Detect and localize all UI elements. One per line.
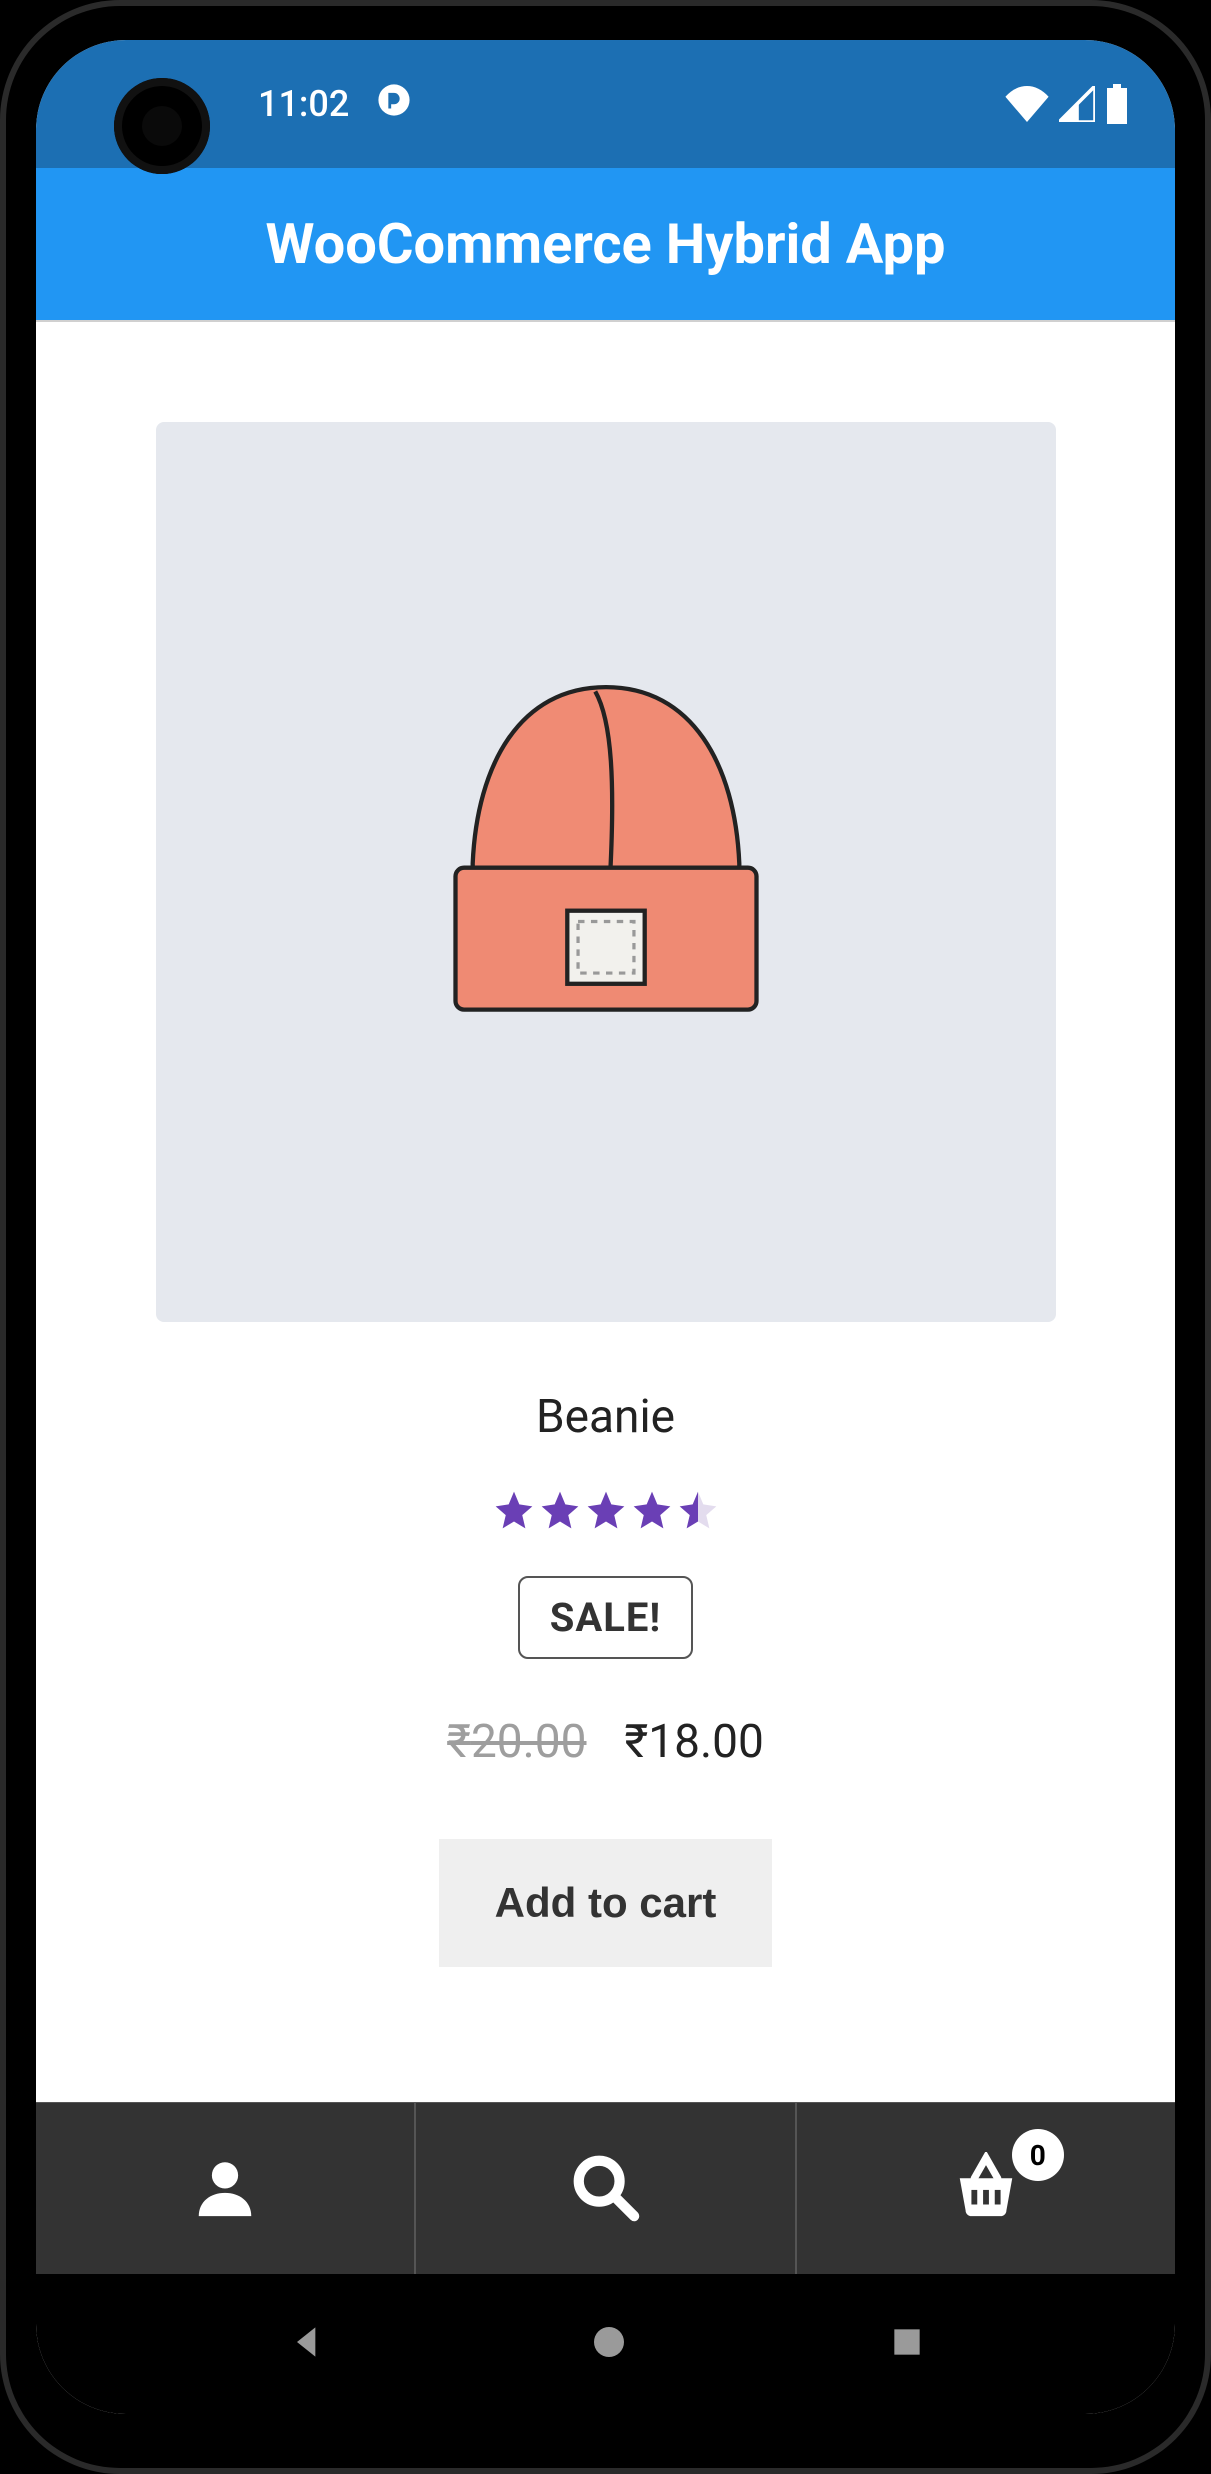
app-title: WooCommerce Hybrid App (266, 211, 946, 277)
status-time: 11:02 (258, 83, 349, 125)
basket-icon (951, 2152, 1021, 2226)
android-nav-bar (36, 2274, 1175, 2414)
screen: 11:02 WooCommerce Hybrid App (36, 40, 1175, 2414)
status-bar: 11:02 (36, 40, 1175, 168)
signal-icon (1059, 86, 1095, 122)
status-left: 11:02 (258, 83, 411, 126)
content-area[interactable]: Beanie SALE! ₹20.00 ₹18.00 Add to cart (36, 322, 1175, 2102)
star-icon (538, 1488, 582, 1532)
app-header: WooCommerce Hybrid App (36, 168, 1175, 322)
star-icon (630, 1488, 674, 1532)
product-image[interactable] (156, 422, 1056, 1322)
price-row: ₹20.00 ₹18.00 (447, 1715, 764, 1769)
price-original: ₹20.00 (447, 1715, 586, 1769)
nav-search[interactable] (414, 2103, 794, 2274)
bottom-nav: 0 (36, 2102, 1175, 2274)
status-right (1005, 84, 1129, 124)
nav-cart[interactable]: 0 (795, 2103, 1175, 2274)
price-sale: ₹18.00 (625, 1715, 764, 1769)
nav-account[interactable] (36, 2103, 414, 2274)
user-icon (190, 2152, 260, 2226)
wifi-icon (1005, 86, 1049, 122)
notification-icon (377, 83, 411, 126)
cart-badge: 0 (1012, 2129, 1064, 2181)
add-to-cart-button[interactable]: Add to cart (439, 1839, 773, 1967)
rating-stars (492, 1488, 720, 1532)
beanie-illustration (391, 657, 821, 1087)
camera-cutout (114, 78, 210, 174)
star-icon (492, 1488, 536, 1532)
star-half-icon (676, 1488, 720, 1532)
star-icon (584, 1488, 628, 1532)
android-recents-button[interactable] (888, 2323, 926, 2365)
sale-badge: SALE! (518, 1576, 693, 1659)
android-back-button[interactable] (286, 2320, 330, 2368)
search-icon (570, 2152, 640, 2226)
battery-icon (1105, 84, 1129, 124)
phone-frame: 11:02 WooCommerce Hybrid App (0, 0, 1211, 2474)
android-home-button[interactable] (589, 2322, 629, 2366)
product-title: Beanie (536, 1390, 675, 1444)
